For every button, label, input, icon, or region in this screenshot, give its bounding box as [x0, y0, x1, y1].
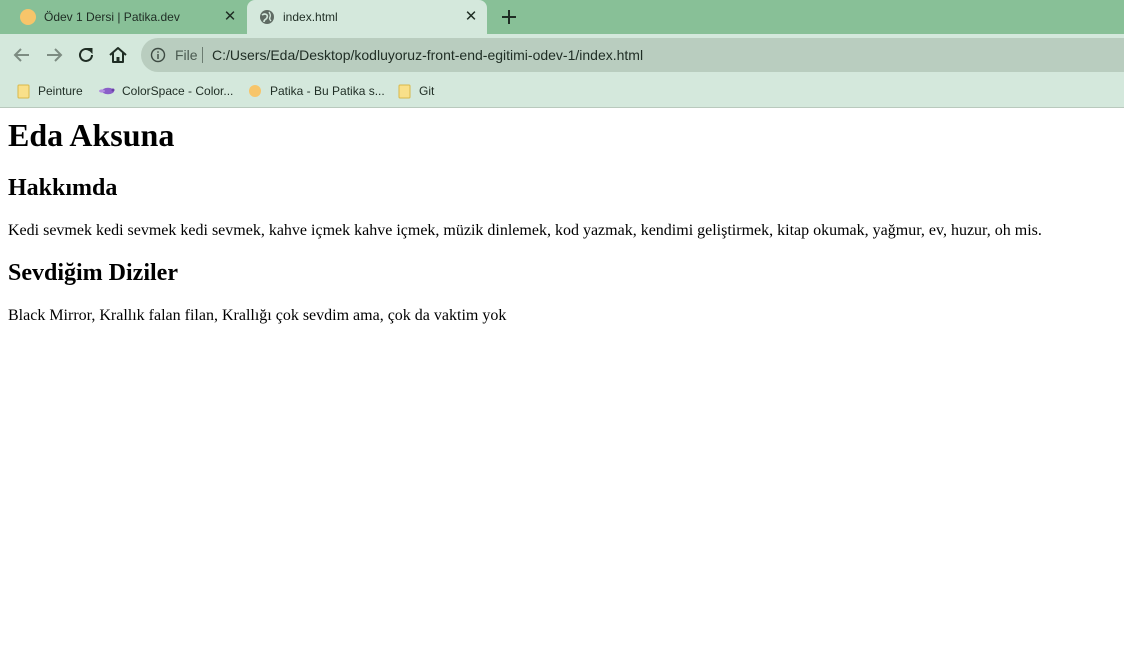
folder-icon — [16, 83, 32, 99]
tab-strip: Ödev 1 Dersi | Patika.dev ✕ index.html ✕ — [0, 0, 1124, 34]
tab-title: index.html — [283, 10, 338, 24]
bookmarks-bar: Peinture ColorSpace - Color... Patika - … — [0, 76, 1124, 108]
bookmark-patika[interactable]: Patika - Bu Patika s... — [248, 76, 385, 107]
section-heading-about: Hakkımda — [8, 175, 118, 201]
divider — [202, 47, 203, 63]
section-text-series: Black Mirror, Krallık falan filan, Krall… — [8, 307, 507, 324]
tab-index-html[interactable]: index.html ✕ — [247, 0, 487, 34]
patika-favicon-icon — [20, 9, 36, 25]
folder-icon — [398, 83, 414, 99]
forward-button[interactable] — [43, 44, 65, 66]
bookmark-label: Git — [419, 84, 435, 98]
bookmark-label: ColorSpace - Color... — [122, 84, 234, 98]
globe-icon — [259, 9, 275, 25]
reload-button[interactable] — [75, 44, 97, 66]
bookmark-label: Peinture — [38, 84, 83, 98]
home-icon — [109, 47, 127, 63]
back-arrow-icon — [13, 48, 29, 62]
close-icon[interactable]: ✕ — [222, 9, 238, 25]
scheme-label: File — [175, 47, 198, 63]
section-text-about: Kedi sevmek kedi sevmek kedi sevmek, kah… — [8, 222, 1042, 239]
home-button[interactable] — [107, 44, 129, 66]
section-heading-series: Sevdiğim Diziler — [8, 260, 178, 286]
tab-title: Ödev 1 Dersi | Patika.dev — [44, 10, 180, 24]
new-tab-button[interactable] — [498, 7, 520, 27]
address-bar[interactable]: File C:/Users/Eda/Desktop/kodluyoruz-fro… — [141, 38, 1124, 72]
bookmark-colorspace[interactable]: ColorSpace - Color... — [98, 76, 234, 107]
forward-arrow-icon — [47, 48, 63, 62]
url-text[interactable]: C:/Users/Eda/Desktop/kodluyoruz-front-en… — [212, 47, 643, 63]
bookmark-git[interactable]: Git — [398, 76, 442, 107]
page-title: Eda Aksuna — [8, 117, 175, 153]
colorspace-favicon-icon — [98, 83, 115, 99]
patika-favicon-icon — [248, 83, 264, 99]
tab-patika[interactable]: Ödev 1 Dersi | Patika.dev ✕ — [8, 0, 246, 34]
bookmark-label: Patika - Bu Patika s... — [270, 84, 385, 98]
reload-icon — [79, 47, 93, 62]
page-content: Eda Aksuna Hakkımda Kedi sevmek kedi sev… — [0, 109, 1124, 646]
plus-icon — [502, 10, 516, 24]
info-icon[interactable] — [150, 47, 166, 63]
close-icon[interactable]: ✕ — [463, 9, 479, 25]
bookmark-peinture[interactable]: Peinture — [16, 76, 86, 107]
back-button[interactable] — [11, 44, 33, 66]
toolbar: File C:/Users/Eda/Desktop/kodluyoruz-fro… — [0, 34, 1124, 76]
